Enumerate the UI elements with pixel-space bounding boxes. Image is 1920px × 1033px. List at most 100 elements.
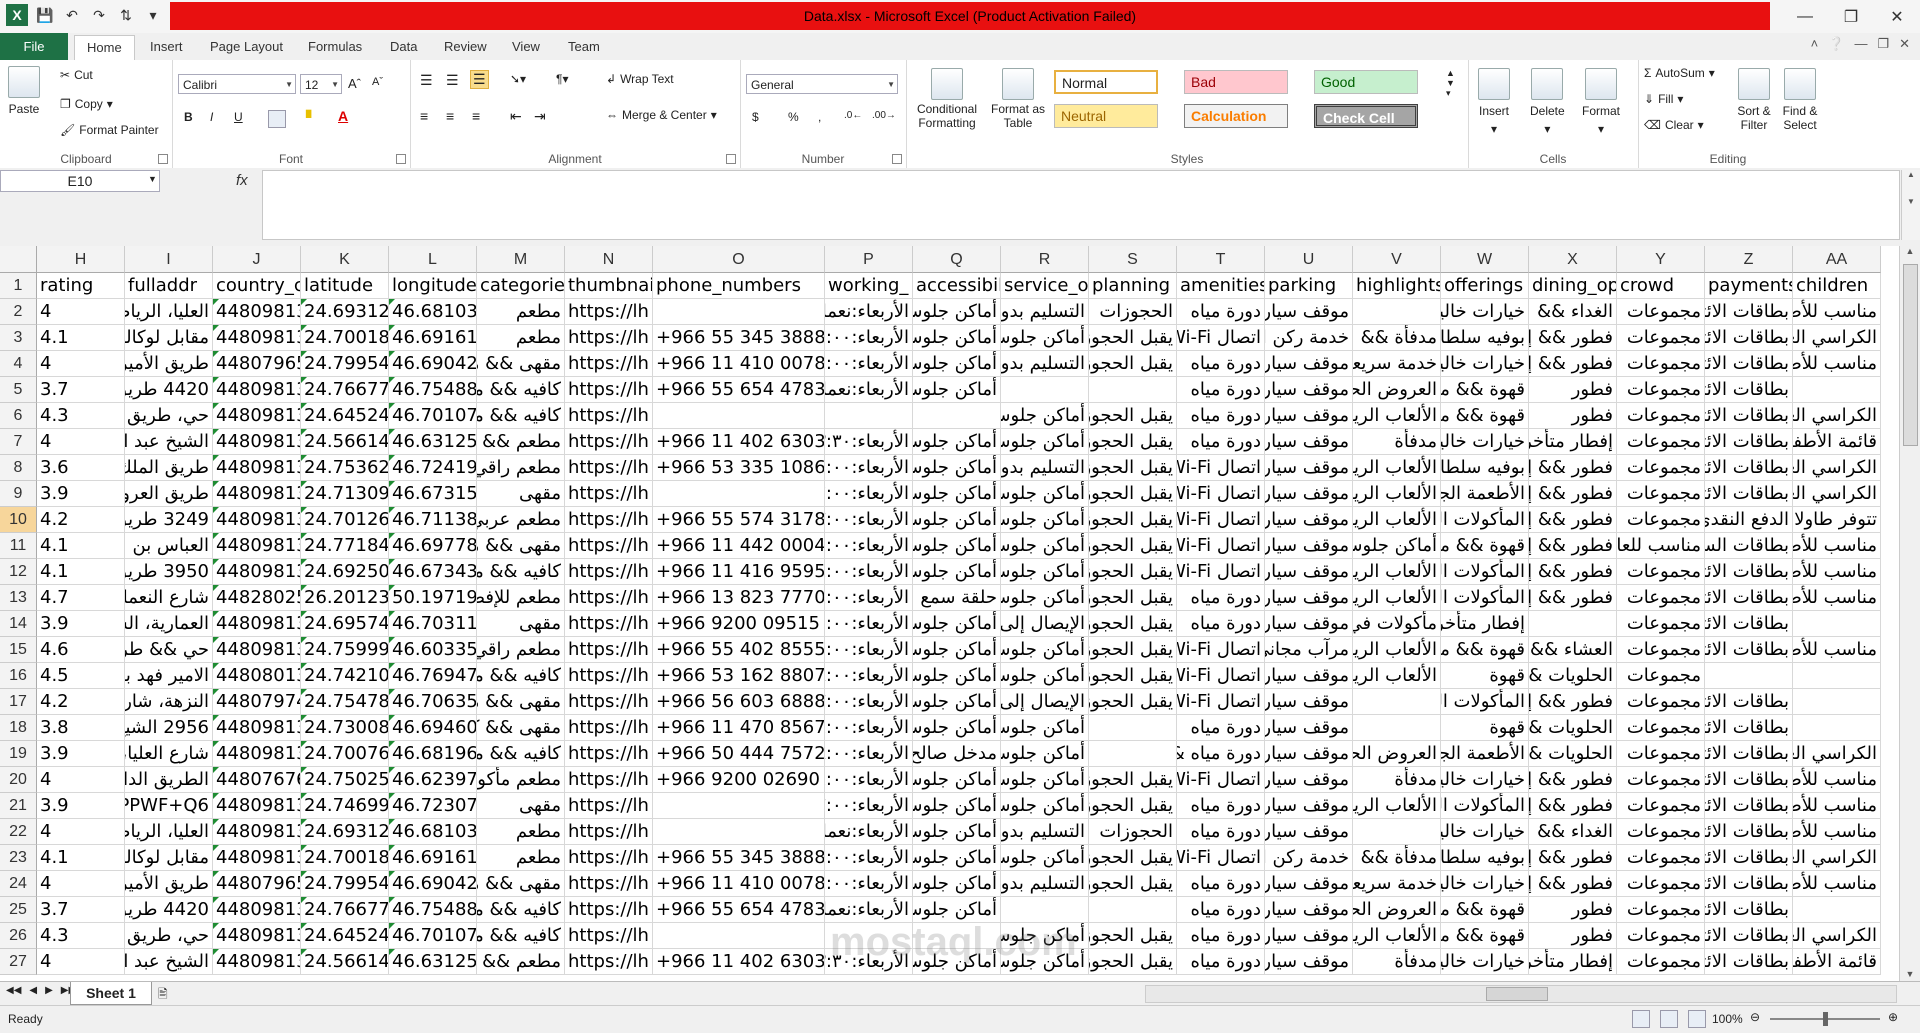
table-cell[interactable]: 4	[37, 351, 125, 377]
row-header[interactable]: 8	[0, 455, 37, 481]
tab-home[interactable]: Home	[74, 35, 135, 61]
table-cell[interactable]: مقهى && مطعم	[477, 351, 565, 377]
table-cell[interactable]: بطاقات الائتمان	[1705, 637, 1793, 663]
table-cell[interactable]: بطاقات الائتمان	[1705, 689, 1793, 715]
table-cell[interactable]: اتصال Wi-Fi	[1177, 533, 1265, 559]
table-cell[interactable]: https://lh	[565, 481, 653, 507]
table-cell[interactable]: موقف سيارات	[1265, 949, 1353, 975]
header-cell-y[interactable]: crowd	[1617, 273, 1705, 299]
table-cell[interactable]: مقهى && كافيه	[477, 715, 565, 741]
excel-logo-icon[interactable]: X	[6, 4, 28, 26]
table-cell[interactable]: دورة مياه	[1177, 403, 1265, 429]
table-cell[interactable]: قهوة && مأكولات	[1441, 533, 1529, 559]
table-cell[interactable]: دورة مياه	[1177, 715, 1265, 741]
table-cell[interactable]: المأكولات الحلال	[1441, 507, 1529, 533]
column-header-i[interactable]: I	[125, 246, 213, 273]
table-cell[interactable]: موقف سيارات	[1265, 455, 1353, 481]
table-cell[interactable]: https://lh	[565, 663, 653, 689]
align-left-icon[interactable]: ≡	[420, 108, 428, 124]
header-cell-l[interactable]: longitude	[389, 273, 477, 299]
table-cell[interactable]: موقف سيارات	[1265, 481, 1353, 507]
table-cell[interactable]	[1353, 819, 1441, 845]
align-bottom-icon[interactable]: ☰	[470, 70, 489, 89]
table-cell[interactable]: يقبل الحجوزات	[1089, 637, 1177, 663]
table-cell[interactable]: بطاقات الائتمان	[1705, 923, 1793, 949]
table-cell[interactable]: 24.692504	[301, 559, 389, 585]
header-cell-m[interactable]: categories	[477, 273, 565, 299]
table-cell[interactable]: خيارات خالية	[1441, 351, 1529, 377]
table-cell[interactable]: +966 9200 09515	[653, 611, 825, 637]
orientation-icon[interactable]: ➘▾	[510, 72, 526, 86]
table-cell[interactable]: يقبل الحجوزات	[1089, 325, 1177, 351]
tab-page-layout[interactable]: Page Layout	[198, 35, 295, 59]
table-cell[interactable]: الأربعاء:٧:٠٠	[825, 689, 913, 715]
table-cell[interactable]: بوفيه سلطات	[1441, 325, 1529, 351]
table-cell[interactable]: قهوة && مأكولات	[1441, 897, 1529, 923]
table-cell[interactable]: مجموعات	[1617, 871, 1705, 897]
italic-button[interactable]: I	[210, 110, 213, 124]
table-cell[interactable]: المأكولات الحلال	[1441, 689, 1529, 715]
table-cell[interactable]: أماكن جلوس	[1001, 663, 1089, 689]
table-cell[interactable]: مجموعات	[1617, 455, 1705, 481]
tab-view[interactable]: View	[500, 35, 552, 59]
table-cell[interactable]: 4	[37, 299, 125, 325]
table-cell[interactable]: +966 55 345 3888	[653, 325, 825, 351]
table-cell[interactable]	[653, 923, 825, 949]
header-cell-h[interactable]: rating	[37, 273, 125, 299]
table-cell[interactable]: الأربعاء:٨:٠٠	[825, 663, 913, 689]
table-cell[interactable]: موقف سيارات	[1265, 767, 1353, 793]
table-cell[interactable]: مجموعات	[1617, 923, 1705, 949]
header-cell-q[interactable]: accessibil	[913, 273, 1001, 299]
autosum-button[interactable]: Σ AutoSum ▾	[1644, 66, 1715, 80]
table-cell[interactable]: فطور && إفطار	[1529, 455, 1617, 481]
table-cell[interactable]: بطاقات الائتمان	[1705, 559, 1793, 585]
table-cell[interactable]: 46.690426	[389, 871, 477, 897]
table-cell[interactable]: 44809813	[213, 533, 301, 559]
table-cell[interactable]: أماكن جلوس	[913, 663, 1001, 689]
table-cell[interactable]: شارع النعمان	[125, 585, 213, 611]
table-cell[interactable]: مطعم && كافيه	[477, 429, 565, 455]
table-cell[interactable]: 44809813	[213, 793, 301, 819]
header-cell-n[interactable]: thumbnai	[565, 273, 653, 299]
table-cell[interactable]: https://lh	[565, 897, 653, 923]
table-cell[interactable]: 46.701077	[389, 403, 477, 429]
table-cell[interactable]: فطور && إفطار	[1529, 793, 1617, 819]
close-icon[interactable]: ✕	[1874, 0, 1920, 33]
table-cell[interactable]: يقبل الحجوزات	[1089, 923, 1177, 949]
table-cell[interactable]: 46.724197	[389, 455, 477, 481]
font-color-icon[interactable]: A	[338, 108, 348, 124]
column-header-x[interactable]: X	[1529, 246, 1617, 273]
table-cell[interactable]: الأربعاء:٦:٠٠	[825, 351, 913, 377]
table-cell[interactable]: 44809813	[213, 455, 301, 481]
table-cell[interactable]: مطعم	[477, 819, 565, 845]
table-cell[interactable]: الأربعاء:٥:٠٠	[825, 637, 913, 663]
table-cell[interactable]: 46.703113	[389, 611, 477, 637]
table-cell[interactable]: 24.695742	[301, 611, 389, 637]
table-cell[interactable]: 44828025	[213, 585, 301, 611]
table-cell[interactable]: إفطار متأخر	[1529, 949, 1617, 975]
table-cell[interactable]: الأربعاء:٥:٠٠	[825, 325, 913, 351]
table-cell[interactable]: 44809813	[213, 819, 301, 845]
table-cell[interactable]	[1529, 611, 1617, 637]
table-cell[interactable]: أماكن جلوس	[1001, 585, 1089, 611]
table-cell[interactable]: فطور && إفطار	[1529, 767, 1617, 793]
table-cell[interactable]: 24.645245	[301, 923, 389, 949]
table-cell[interactable]: يقبل الحجوزات	[1089, 455, 1177, 481]
table-cell[interactable]: مجموعات	[1617, 845, 1705, 871]
table-cell[interactable]: اتصال Wi-Fi	[1177, 767, 1265, 793]
table-cell[interactable]: كافيه && مقهى	[477, 897, 565, 923]
table-cell[interactable]: 46.673439	[389, 559, 477, 585]
table-cell[interactable]: بطاقات الائتمان	[1705, 585, 1793, 611]
table-cell[interactable]: +966 13 823 7770	[653, 585, 825, 611]
table-cell[interactable]: مجموعات	[1617, 819, 1705, 845]
increase-indent-icon[interactable]: ⇥	[534, 108, 546, 125]
shrink-font-icon[interactable]: Aˇ	[372, 76, 383, 88]
table-cell[interactable]: أماكن جلوس	[913, 325, 1001, 351]
table-cell[interactable]: الحجوزات	[1089, 299, 1177, 325]
table-cell[interactable]: اتصال Wi-Fi	[1177, 559, 1265, 585]
name-box-dropdown-icon[interactable]: ▼	[148, 174, 157, 184]
table-cell[interactable]: مدفأة	[1353, 767, 1441, 793]
doc-minimize-icon[interactable]: —	[1854, 36, 1867, 52]
table-cell[interactable]: يقبل الحجوزات	[1089, 793, 1177, 819]
row-header[interactable]: 16	[0, 663, 37, 689]
